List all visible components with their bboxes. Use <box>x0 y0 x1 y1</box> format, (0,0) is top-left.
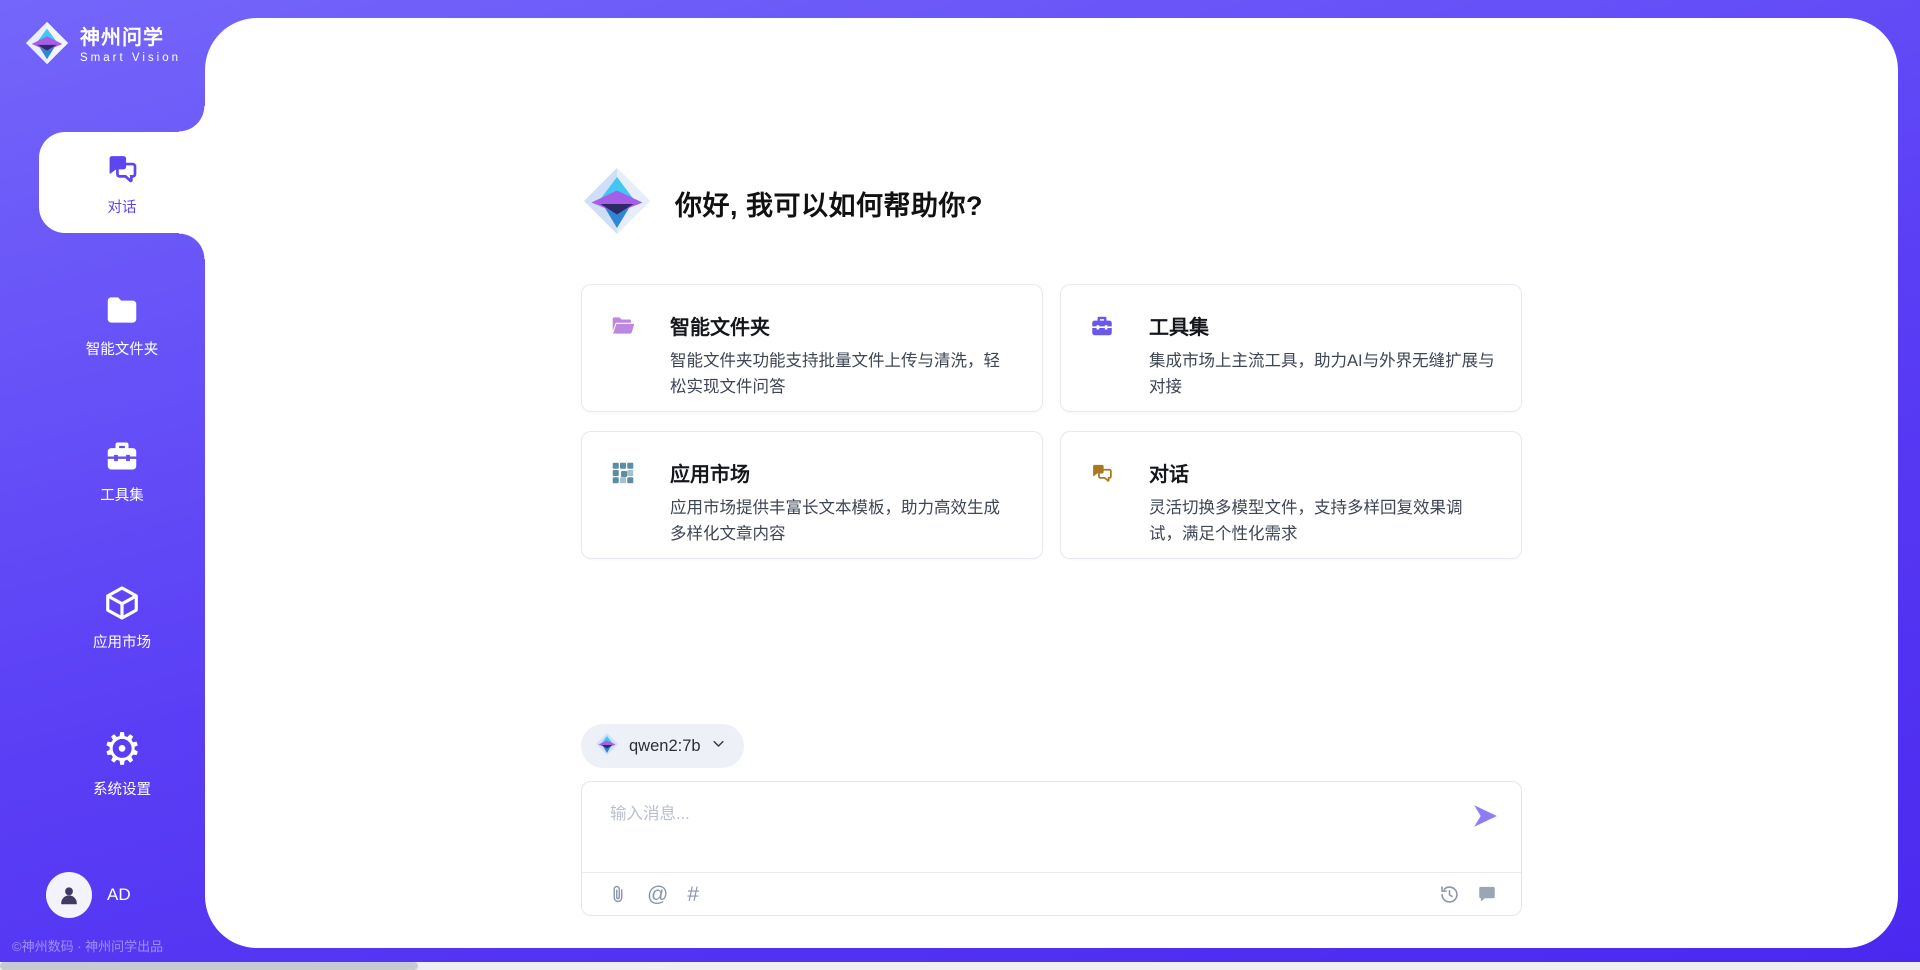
sidebar-item-label: 智能文件夹 <box>86 338 159 359</box>
user-account[interactable]: AD <box>46 872 131 918</box>
chat-icon <box>103 149 141 187</box>
composer-toolbar: @ # <box>608 873 1497 915</box>
card-title: 工具集 <box>1149 311 1495 340</box>
toolbox-icon <box>1089 313 1115 339</box>
user-initials: AD <box>107 885 131 905</box>
card-title: 对话 <box>1149 458 1495 487</box>
main-panel: 你好, 我可以如何帮助你? 智能文件夹 智能文件夹功能支持批量文件上传与清洗，轻… <box>205 18 1898 948</box>
card-title: 应用市场 <box>670 458 1016 487</box>
model-selector[interactable]: qwen2:7b <box>581 724 744 768</box>
assistant-diamond-icon <box>581 165 653 242</box>
card-description: 灵活切换多模型文件，支持多样回复效果调试，满足个性化需求 <box>1149 496 1495 547</box>
hashtag-icon[interactable]: # <box>687 884 699 905</box>
sidebar-item-smart-folder[interactable]: 智能文件夹 <box>39 274 205 375</box>
greeting-title: 你好, 我可以如何帮助你? <box>675 184 983 223</box>
avatar <box>46 872 92 918</box>
mention-icon[interactable]: @ <box>647 884 668 905</box>
sidebar-item-settings[interactable]: ⚙ 系统设置 <box>39 714 205 815</box>
composer-toolbar-right <box>1439 884 1497 905</box>
sidebar-item-label: 应用市场 <box>93 631 151 652</box>
card-description: 集成市场上主流工具，助力AI与外界无缝扩展与对接 <box>1149 349 1495 400</box>
model-name: qwen2:7b <box>629 737 701 756</box>
chat-icon <box>1089 460 1115 486</box>
card-description: 智能文件夹功能支持批量文件上传与清洗，轻松实现文件问答 <box>670 349 1016 400</box>
card-description: 应用市场提供丰富长文本模板，助力高效生成多样化文章内容 <box>670 496 1016 547</box>
card-chat[interactable]: 对话 灵活切换多模型文件，支持多样回复效果调试，满足个性化需求 <box>1060 431 1522 559</box>
toolbox-icon <box>103 437 141 475</box>
cube-icon <box>103 584 141 622</box>
brand-title: 神州问学 <box>80 27 181 50</box>
message-input[interactable] <box>608 798 1432 862</box>
card-toolbox[interactable]: 工具集 集成市场上主流工具，助力AI与外界无缝扩展与对接 <box>1060 284 1522 412</box>
gear-icon: ⚙ <box>103 731 141 769</box>
sidebar: 神州问学 Smart Vision 对话 智能文件夹 工具集 应用市场 <box>0 0 205 970</box>
app-logo: 神州问学 Smart Vision <box>24 20 181 71</box>
greeting-block: 你好, 我可以如何帮助你? <box>581 165 1522 242</box>
feature-cards: 智能文件夹 智能文件夹功能支持批量文件上传与清洗，轻松实现文件问答 工具集 集成… <box>581 284 1522 559</box>
sidebar-item-label: 工具集 <box>100 484 144 505</box>
grid-icon <box>610 460 636 486</box>
copyright-text: ©神州数码 · 神州问学出品 <box>12 936 163 955</box>
main-content: 你好, 我可以如何帮助你? 智能文件夹 智能文件夹功能支持批量文件上传与清洗，轻… <box>581 18 1522 916</box>
card-app-market[interactable]: 应用市场 应用市场提供丰富长文本模板，助力高效生成多样化文章内容 <box>581 431 1043 559</box>
folder-open-icon <box>610 313 636 339</box>
send-button[interactable] <box>1471 802 1499 830</box>
sidebar-item-label: 系统设置 <box>93 778 151 799</box>
card-title: 智能文件夹 <box>670 311 1016 340</box>
brand-subtitle: Smart Vision <box>80 52 181 64</box>
horizontal-scrollbar[interactable] <box>0 962 1920 970</box>
brand-diamond-icon <box>24 20 70 71</box>
history-icon[interactable] <box>1439 884 1460 905</box>
feedback-chat-icon[interactable] <box>1477 884 1497 904</box>
sidebar-item-label: 对话 <box>108 196 137 217</box>
sidebar-item-chat[interactable]: 对话 <box>39 132 205 233</box>
sidebar-item-toolbox[interactable]: 工具集 <box>39 420 205 521</box>
sidebar-item-app-market[interactable]: 应用市场 <box>39 567 205 668</box>
model-diamond-icon <box>595 732 619 761</box>
folder-icon <box>103 291 141 329</box>
message-composer: @ # <box>581 781 1522 916</box>
card-smart-folder[interactable]: 智能文件夹 智能文件夹功能支持批量文件上传与清洗，轻松实现文件问答 <box>581 284 1043 412</box>
scrollbar-thumb[interactable] <box>0 962 418 970</box>
chevron-down-icon <box>711 736 726 756</box>
attachment-icon[interactable] <box>608 883 628 905</box>
